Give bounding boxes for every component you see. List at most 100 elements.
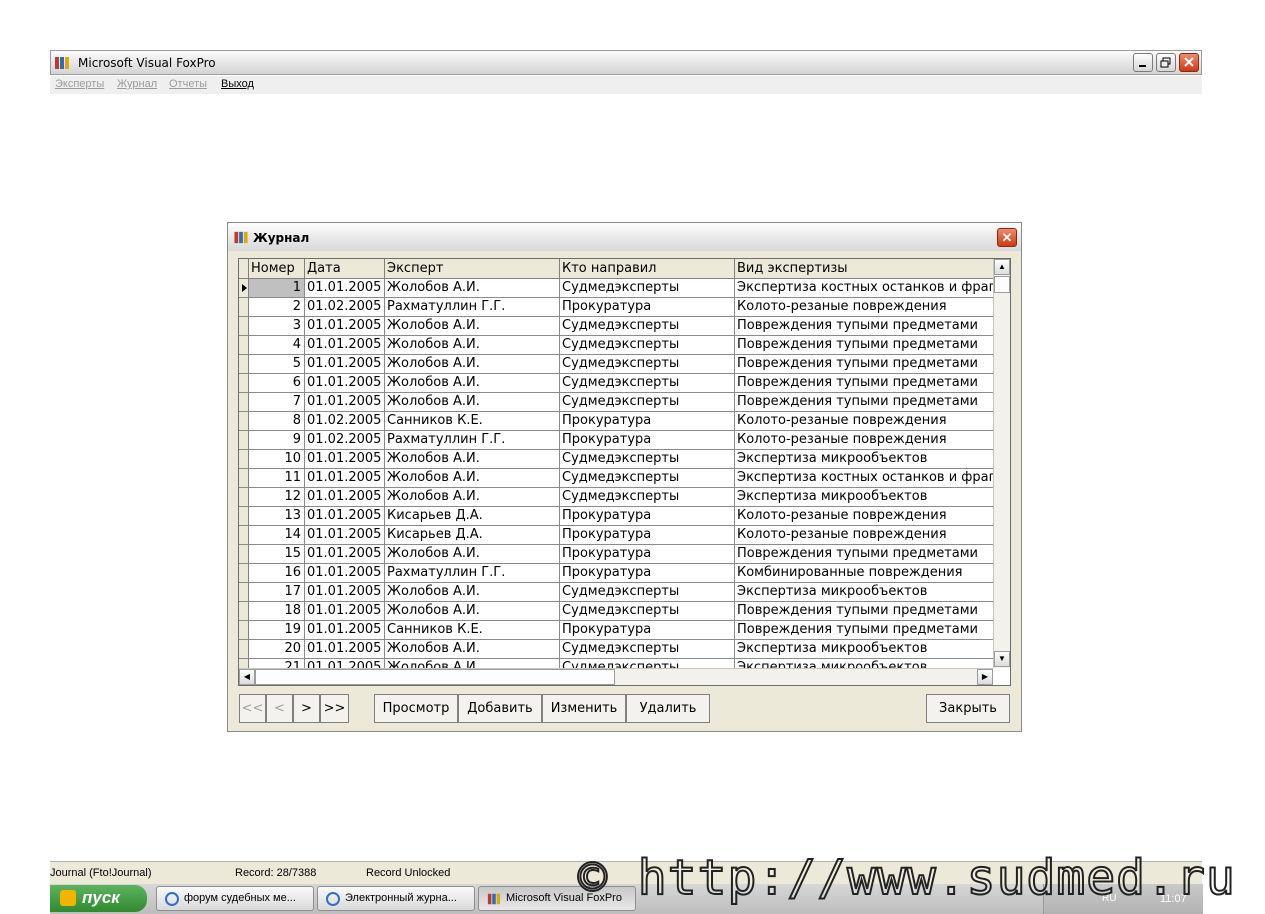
cell-expert[interactable]: Жолобов А.И. <box>385 317 560 336</box>
table-row[interactable]: 11 01.01.2005 Жолобов А.И. Судмедэксперты Эк… <box>239 469 993 488</box>
column-header-number[interactable]: Номер <box>249 259 305 278</box>
table-row[interactable]: 5 01.01.2005 Жолобов А.И. Судмедэксперты Пов… <box>239 355 993 374</box>
cell-sender[interactable]: Судмедэксперты <box>560 317 735 336</box>
table-row[interactable]: 15 01.01.2005 Жолобов А.И. Прокуратура Повре… <box>239 545 993 564</box>
cell-exam-type[interactable]: Колото-резаные повреждения <box>735 298 993 317</box>
cell-exam-type[interactable]: Повреждения тупыми предметами <box>735 393 993 412</box>
cell-number[interactable]: 3 <box>249 317 305 336</box>
row-selector[interactable] <box>239 640 249 659</box>
cell-number[interactable]: 19 <box>249 621 305 640</box>
cell-exam-type[interactable]: Экспертиза костных останков и фрагм <box>735 279 993 298</box>
row-selector[interactable] <box>239 621 249 640</box>
cell-date[interactable]: 01.01.2005 <box>305 488 385 507</box>
table-row[interactable]: 12 01.01.2005 Жолобов А.И. Судмедэксперты Эк… <box>239 488 993 507</box>
previous-record-button[interactable]: < <box>266 694 293 723</box>
start-button[interactable]: пуск <box>50 885 147 912</box>
cell-expert[interactable]: Кисарьев Д.А. <box>385 507 560 526</box>
cell-sender[interactable]: Судмедэксперты <box>560 469 735 488</box>
cell-expert[interactable]: Жолобов А.И. <box>385 469 560 488</box>
table-row[interactable]: 13 01.01.2005 Кисарьев Д.А. Прокуратура Коло… <box>239 507 993 526</box>
cell-expert[interactable]: Жолобов А.И. <box>385 393 560 412</box>
cell-date[interactable]: 01.01.2005 <box>305 317 385 336</box>
table-row[interactable]: 10 01.01.2005 Жолобов А.И. Судмедэксперты Эк… <box>239 450 993 469</box>
cell-expert[interactable]: Жолобов А.И. <box>385 602 560 621</box>
cell-date[interactable]: 01.01.2005 <box>305 336 385 355</box>
cell-sender[interactable]: Судмедэксперты <box>560 393 735 412</box>
cell-number[interactable]: 10 <box>249 450 305 469</box>
minimize-button[interactable] <box>1133 53 1153 72</box>
cell-exam-type[interactable]: Колото-резаные повреждения <box>735 431 993 450</box>
cell-exam-type[interactable]: Повреждения тупыми предметами <box>735 355 993 374</box>
cell-sender[interactable]: Судмедэксперты <box>560 355 735 374</box>
row-selector[interactable] <box>239 488 249 507</box>
table-row[interactable]: 2 01.02.2005 Рахматуллин Г.Г. Прокуратура Ко… <box>239 298 993 317</box>
cell-expert[interactable]: Рахматуллин Г.Г. <box>385 298 560 317</box>
cell-expert[interactable]: Жолобов А.И. <box>385 336 560 355</box>
table-row[interactable]: 4 01.01.2005 Жолобов А.И. Судмедэксперты Пов… <box>239 336 993 355</box>
cell-sender[interactable]: Судмедэксперты <box>560 336 735 355</box>
cell-number[interactable]: 7 <box>249 393 305 412</box>
edit-button[interactable]: Изменить <box>542 694 626 723</box>
cell-exam-type[interactable]: Повреждения тупыми предметами <box>735 545 993 564</box>
cell-expert[interactable]: Жолобов А.И. <box>385 374 560 393</box>
cell-exam-type[interactable]: Повреждения тупыми предметами <box>735 336 993 355</box>
cell-exam-type[interactable]: Экспертиза микрообъектов <box>735 583 993 602</box>
cell-date[interactable]: 01.01.2005 <box>305 583 385 602</box>
cell-exam-type[interactable]: Экспертиза микрообъектов <box>735 640 993 659</box>
next-record-button[interactable]: > <box>293 694 320 723</box>
cell-expert[interactable]: Рахматуллин Г.Г. <box>385 431 560 450</box>
cell-expert[interactable]: Жолобов А.И. <box>385 279 560 298</box>
cell-date[interactable]: 01.01.2005 <box>305 602 385 621</box>
row-selector[interactable] <box>239 336 249 355</box>
cell-sender[interactable]: Прокуратура <box>560 507 735 526</box>
cell-date[interactable]: 01.01.2005 <box>305 374 385 393</box>
cell-expert[interactable]: Санников К.Е. <box>385 621 560 640</box>
cell-sender[interactable]: Судмедэксперты <box>560 640 735 659</box>
cell-exam-type[interactable]: Повреждения тупыми предметами <box>735 374 993 393</box>
cell-number[interactable]: 4 <box>249 336 305 355</box>
cell-number[interactable]: 11 <box>249 469 305 488</box>
row-selector[interactable] <box>239 355 249 374</box>
cell-number[interactable]: 15 <box>249 545 305 564</box>
cell-number[interactable]: 13 <box>249 507 305 526</box>
delete-button[interactable]: Удалить <box>626 694 710 723</box>
menu-experts[interactable]: Эксперты <box>55 78 104 90</box>
row-selector[interactable] <box>239 602 249 621</box>
table-row[interactable]: 17 01.01.2005 Жолобов А.И. Судмедэксперты Эк… <box>239 583 993 602</box>
cell-expert[interactable]: Жолобов А.И. <box>385 450 560 469</box>
cell-number[interactable]: 14 <box>249 526 305 545</box>
close-window-button[interactable] <box>1179 53 1199 72</box>
restore-button[interactable] <box>1156 53 1176 72</box>
table-row[interactable]: 20 01.01.2005 Жолобов А.И. Судмедэксперты Эк… <box>239 640 993 659</box>
horizontal-scrollbar[interactable]: ◀ ▶ <box>239 668 993 685</box>
cell-exam-type[interactable]: Экспертиза костных останков и фрагм <box>735 469 993 488</box>
cell-sender[interactable]: Прокуратура <box>560 621 735 640</box>
view-button[interactable]: Просмотр <box>374 694 458 723</box>
cell-date[interactable]: 01.02.2005 <box>305 431 385 450</box>
cell-number[interactable]: 16 <box>249 564 305 583</box>
table-row[interactable]: 9 01.02.2005 Рахматуллин Г.Г. Прокуратура Ко… <box>239 431 993 450</box>
cell-date[interactable]: 01.01.2005 <box>305 355 385 374</box>
table-row[interactable]: 7 01.01.2005 Жолобов А.И. Судмедэксперты Пов… <box>239 393 993 412</box>
column-header-date[interactable]: Дата <box>305 259 385 278</box>
cell-date[interactable]: 01.02.2005 <box>305 298 385 317</box>
add-button[interactable]: Добавить <box>458 694 542 723</box>
cell-date[interactable]: 01.01.2005 <box>305 279 385 298</box>
last-record-button[interactable]: >> <box>320 694 349 723</box>
cell-date[interactable]: 01.01.2005 <box>305 507 385 526</box>
row-selector[interactable] <box>239 450 249 469</box>
taskbar-item-forum[interactable]: форум судебных ме... <box>156 886 314 911</box>
cell-expert[interactable]: Жолобов А.И. <box>385 640 560 659</box>
cell-expert[interactable]: Санников К.Е. <box>385 412 560 431</box>
cell-number[interactable]: 9 <box>249 431 305 450</box>
row-selector[interactable] <box>239 545 249 564</box>
cell-exam-type[interactable]: Колото-резаные повреждения <box>735 526 993 545</box>
cell-expert[interactable]: Жолобов А.И. <box>385 355 560 374</box>
cell-exam-type[interactable]: Повреждения тупыми предметами <box>735 602 993 621</box>
journal-grid[interactable]: Номер Дата Эксперт Кто направил Вид эксп… <box>238 258 1011 686</box>
scroll-right-button[interactable]: ▶ <box>977 669 993 685</box>
cell-number[interactable]: 20 <box>249 640 305 659</box>
row-selector[interactable] <box>239 564 249 583</box>
row-selector[interactable] <box>239 583 249 602</box>
row-selector[interactable] <box>239 317 249 336</box>
